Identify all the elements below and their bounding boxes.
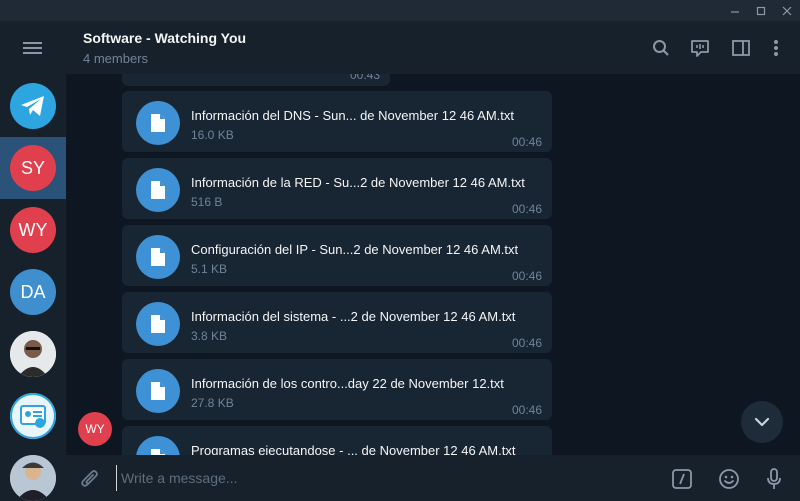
maximize-icon: [756, 6, 766, 15]
paperclip-icon: [81, 470, 98, 487]
file-download-button[interactable]: [136, 235, 180, 279]
message-time: 00:43: [349, 74, 380, 82]
window-titlebar: [0, 0, 800, 21]
minimize-button[interactable]: [722, 0, 748, 21]
chat-item-wy[interactable]: WY: [0, 199, 66, 261]
file-download-button[interactable]: [136, 101, 180, 145]
sidebar-toggle-icon: [732, 40, 750, 56]
voice-chat-button[interactable]: [687, 35, 713, 61]
search-button[interactable]: [648, 35, 674, 61]
window-controls: [722, 0, 800, 21]
photo-avatar: [10, 455, 56, 501]
document-icon: [151, 449, 165, 455]
voice-record-button[interactable]: [760, 465, 788, 493]
file-message[interactable]: Información del sistema - ...2 de Novemb…: [122, 292, 552, 353]
chat-member-count[interactable]: 4 members: [83, 51, 148, 66]
document-icon: [151, 248, 165, 266]
id-card-avatar: [10, 393, 56, 439]
document-icon: [151, 114, 165, 132]
file-name[interactable]: Programas ejecutandose - ... de November…: [191, 443, 515, 455]
file-size: 516 B: [191, 195, 223, 209]
message-time: 00:46: [511, 269, 542, 283]
chat-panel: Software - Watching You 4 members 00:43 …: [66, 21, 800, 501]
file-name[interactable]: Información de la RED - Su...2 de Novemb…: [191, 175, 525, 190]
chat-item-id-card[interactable]: [0, 385, 66, 447]
file-name[interactable]: Información de los contro...day 22 de No…: [191, 376, 504, 391]
document-icon: [151, 382, 165, 400]
voice-chat-icon: [691, 40, 709, 57]
chat-item-telegram[interactable]: [0, 75, 66, 137]
chat-item-da[interactable]: DA: [0, 261, 66, 323]
file-size: 27.8 KB: [191, 396, 234, 410]
close-button[interactable]: [774, 0, 800, 21]
file-message[interactable]: Programas ejecutandose - ... de November…: [122, 426, 552, 455]
avatar: SY: [10, 145, 56, 191]
file-name[interactable]: Información del DNS - Sun... de November…: [191, 108, 514, 123]
message-time: 00:46: [511, 202, 542, 216]
telegram-icon: [10, 83, 56, 129]
chat-title[interactable]: Software - Watching You: [83, 30, 246, 46]
microphone-icon: [767, 468, 781, 489]
file-message[interactable]: Información de la RED - Su...2 de Novemb…: [122, 158, 552, 219]
file-name[interactable]: Configuración del IP - Sun...2 de Novemb…: [191, 242, 518, 257]
hamburger-menu-icon: [23, 42, 42, 54]
chat-header: Software - Watching You 4 members: [66, 21, 800, 74]
scroll-to-bottom-button[interactable]: [741, 401, 783, 443]
message-list[interactable]: 00:43 Información del DNS - Sun... de No…: [66, 74, 800, 455]
message-time: 00:46: [511, 403, 542, 417]
message-input[interactable]: [116, 465, 656, 491]
document-icon: [151, 315, 165, 333]
search-icon: [653, 40, 669, 56]
chat-item-photo-1[interactable]: [0, 323, 66, 385]
more-options-button[interactable]: [763, 35, 789, 61]
file-message[interactable]: Configuración del IP - Sun...2 de Novemb…: [122, 225, 552, 286]
close-icon: [782, 6, 792, 15]
document-icon: [151, 181, 165, 199]
file-size: 3.8 KB: [191, 329, 228, 343]
kebab-menu-icon: [774, 40, 778, 56]
message-time: 00:46: [511, 336, 542, 350]
file-download-button[interactable]: [136, 302, 180, 346]
minimize-icon: [731, 10, 739, 13]
chat-item-sy[interactable]: SY: [0, 137, 66, 199]
maximize-button[interactable]: [748, 0, 774, 21]
file-download-button[interactable]: [136, 168, 180, 212]
file-message[interactable]: Información del DNS - Sun... de November…: [122, 91, 552, 152]
avatar: DA: [10, 269, 56, 315]
file-download-button[interactable]: [136, 436, 180, 455]
file-download-button[interactable]: [136, 369, 180, 413]
message-bubble[interactable]: 00:43: [122, 74, 390, 86]
attach-button[interactable]: [76, 465, 104, 493]
avatar: WY: [10, 207, 56, 253]
slash-command-icon: [672, 469, 692, 489]
photo-avatar: [10, 331, 56, 377]
file-size: 5.1 KB: [191, 262, 228, 276]
message-time: 00:46: [511, 135, 542, 149]
emoji-button[interactable]: [715, 465, 743, 493]
chat-list-sidebar: SY WY DA: [0, 21, 66, 501]
main-menu-button[interactable]: [0, 21, 66, 75]
file-message[interactable]: Información de los contro...day 22 de No…: [122, 359, 552, 420]
chat-item-photo-2[interactable]: [0, 447, 66, 501]
bot-commands-button[interactable]: [668, 465, 696, 493]
message-composer: [66, 455, 800, 501]
chevron-down-icon: [754, 417, 770, 427]
file-size: 16.0 KB: [191, 128, 234, 142]
sender-avatar[interactable]: WY: [78, 412, 112, 446]
toggle-sidebar-button[interactable]: [728, 35, 754, 61]
smile-icon: [719, 469, 739, 489]
file-name[interactable]: Información del sistema - ...2 de Novemb…: [191, 309, 515, 324]
